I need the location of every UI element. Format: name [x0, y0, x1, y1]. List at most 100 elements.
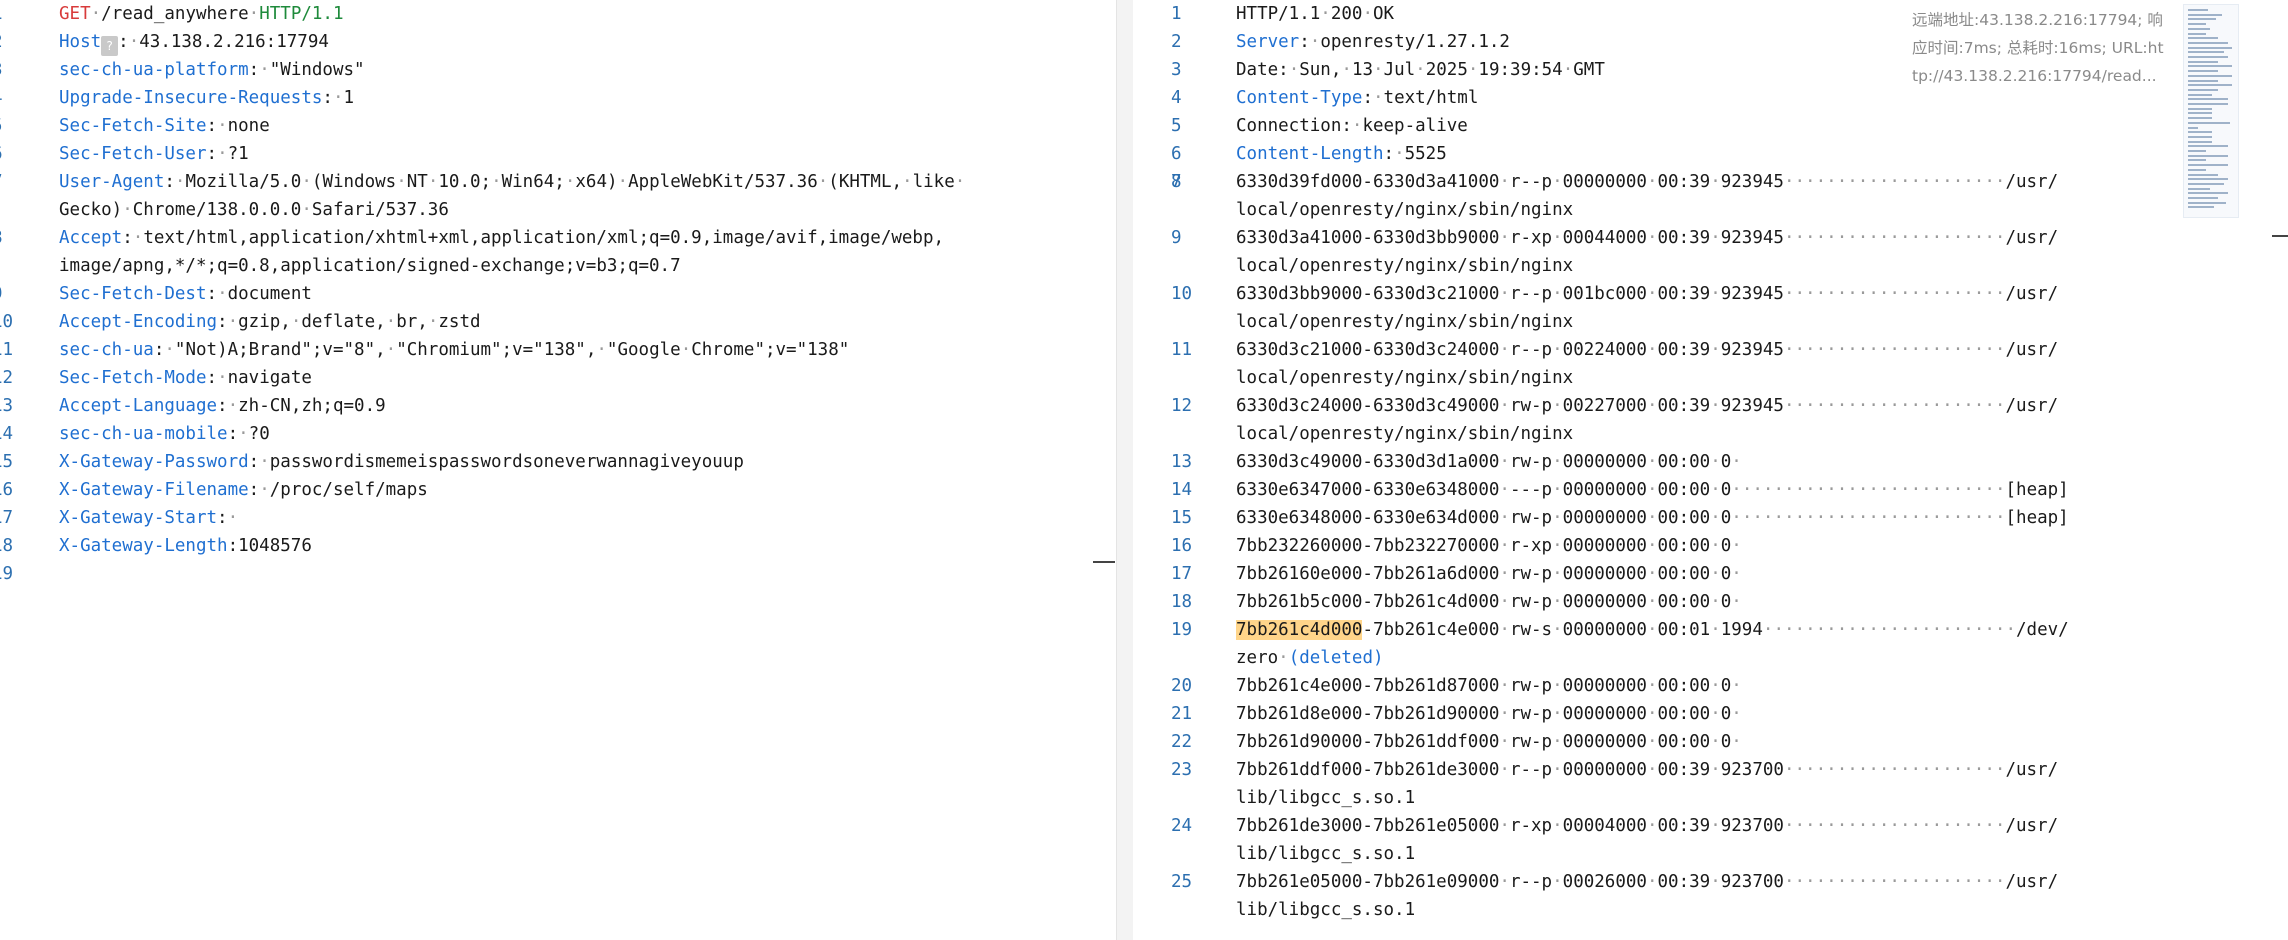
response-scroll-indicator[interactable]: [2272, 235, 2288, 237]
response-line[interactable]: local/openresty/nginx/sbin/nginx: [1133, 364, 2288, 392]
pane-divider[interactable]: [1117, 0, 1133, 940]
line-code[interactable]: Gecko)·Chrome/138.0.0.0·Safari/537.36: [59, 196, 1116, 224]
response-line[interactable]: 9 6330d3a41000-6330d3bb9000·r-xp·00044000…: [1133, 224, 2288, 252]
response-line[interactable]: 18 7bb261b5c000-7bb261c4d000·rw-p·0000000…: [1133, 588, 2288, 616]
line-code[interactable]: X-Gateway-Length:1048576: [59, 532, 1116, 560]
line-code[interactable]: sec-ch-ua-mobile:·?0: [59, 420, 1116, 448]
response-line[interactable]: 17 7bb26160e000-7bb261a6d000·rw-p·0000000…: [1133, 560, 2288, 588]
line-code[interactable]: Sec-Fetch-User:·?1: [59, 140, 1116, 168]
request-line[interactable]: 7User-Agent:·Mozilla/5.0·(Windows·NT·10.…: [0, 168, 1116, 196]
line-code[interactable]: 7bb232260000-7bb232270000·r-xp·00000000·…: [1236, 532, 2288, 560]
response-minimap[interactable]: [2183, 4, 2239, 218]
line-code[interactable]: local/openresty/nginx/sbin/nginx: [1236, 420, 2288, 448]
request-line[interactable]: 17 X-Gateway-Start:·: [0, 504, 1116, 532]
line-code[interactable]: lib/libgcc_s.so.1: [1236, 784, 2288, 812]
response-line[interactable]: 10 6330d3bb9000-6330d3c21000·r--p·001bc00…: [1133, 280, 2288, 308]
line-code[interactable]: 7bb261d8e000-7bb261d90000·rw-p·00000000·…: [1236, 700, 2288, 728]
request-line[interactable]: 16 X-Gateway-Filename:·/proc/self/maps: [0, 476, 1116, 504]
response-line[interactable]: 15 6330e6348000-6330e634d000·rw-p·0000000…: [1133, 504, 2288, 532]
request-scroll-indicator[interactable]: [1093, 561, 1115, 563]
response-line[interactable]: 25 7bb261e05000-7bb261e09000·r--p·0002600…: [1133, 868, 2288, 896]
request-line[interactable]: 12 Sec-Fetch-Mode:·navigate: [0, 364, 1116, 392]
line-code[interactable]: lib/libgcc_s.so.1: [1236, 896, 2288, 924]
line-code[interactable]: 7bb261e05000-7bb261e09000·r--p·00026000·…: [1236, 868, 2288, 896]
line-code[interactable]: User-Agent:·Mozilla/5.0·(Windows·NT·10.0…: [59, 168, 1116, 196]
request-editor[interactable]: 1GET·/read_anywhere·HTTP/1.12Host?:·43.1…: [0, 0, 1117, 940]
response-line[interactable]: lib/libgcc_s.so.1: [1133, 840, 2288, 868]
line-code[interactable]: 7bb261ddf000-7bb261de3000·r--p·00000000·…: [1236, 756, 2288, 784]
request-line[interactable]: 13 Accept-Language:·zh-CN,zh;q=0.9: [0, 392, 1116, 420]
line-code[interactable]: Accept-Language:·zh-CN,zh;q=0.9: [59, 392, 1116, 420]
request-line[interactable]: 5Sec-Fetch-Site:·none: [0, 112, 1116, 140]
request-line[interactable]: 11 sec-ch-ua:·"Not)A;Brand";v="8",·"Chrom…: [0, 336, 1116, 364]
response-line[interactable]: 6 Content-Length:·5525: [1133, 140, 2288, 168]
line-code[interactable]: Content-Length:·5525: [1236, 140, 2288, 168]
request-line[interactable]: 4Upgrade-Insecure-Requests:·1: [0, 84, 1116, 112]
line-code[interactable]: 7bb26160e000-7bb261a6d000·rw-p·00000000·…: [1236, 560, 2288, 588]
response-line[interactable]: 8 6330d39fd000-6330d3a41000·r--p·00000000…: [1133, 168, 2288, 196]
response-line[interactable]: local/openresty/nginx/sbin/nginx: [1133, 308, 2288, 336]
line-code[interactable]: 7bb261de3000-7bb261e05000·r-xp·00004000·…: [1236, 812, 2288, 840]
line-code[interactable]: 6330d39fd000-6330d3a41000·r--p·00000000·…: [1236, 168, 2288, 196]
response-line[interactable]: 14 6330e6347000-6330e6348000·---p·0000000…: [1133, 476, 2288, 504]
response-line[interactable]: 12 6330d3c24000-6330d3c49000·rw-p·0022700…: [1133, 392, 2288, 420]
line-code[interactable]: Host?:·43.138.2.216:17794: [59, 28, 1116, 56]
help-badge-icon[interactable]: ?: [101, 36, 119, 56]
response-lines[interactable]: 1 HTTP/1.1·200·OK 2 Server:·openresty/1.27.…: [1133, 0, 2288, 924]
response-line[interactable]: zero·(deleted): [1133, 644, 2288, 672]
response-line[interactable]: local/openresty/nginx/sbin/nginx: [1133, 196, 2288, 224]
line-code[interactable]: Connection:·keep-alive: [1236, 112, 2288, 140]
response-line[interactable]: lib/libgcc_s.so.1: [1133, 896, 2288, 924]
line-code[interactable]: 6330d3bb9000-6330d3c21000·r--p·001bc000·…: [1236, 280, 2288, 308]
response-line[interactable]: 13 6330d3c49000-6330d3d1a000·rw-p·0000000…: [1133, 448, 2288, 476]
response-line[interactable]: lib/libgcc_s.so.1: [1133, 784, 2288, 812]
request-line[interactable]: 18 X-Gateway-Length:1048576: [0, 532, 1116, 560]
response-line[interactable]: 16 7bb232260000-7bb232270000·r-xp·0000000…: [1133, 532, 2288, 560]
line-code[interactable]: lib/libgcc_s.so.1: [1236, 840, 2288, 868]
response-line[interactable]: 20 7bb261c4e000-7bb261d87000·rw-p·0000000…: [1133, 672, 2288, 700]
request-line[interactable]: 6Sec-Fetch-User:·?1: [0, 140, 1116, 168]
line-code[interactable]: sec-ch-ua-platform:·"Windows": [59, 56, 1116, 84]
response-line[interactable]: 24 7bb261de3000-7bb261e05000·r-xp·0000400…: [1133, 812, 2288, 840]
line-code[interactable]: GET·/read_anywhere·HTTP/1.1: [59, 0, 1116, 28]
request-line[interactable]: 1GET·/read_anywhere·HTTP/1.1: [0, 0, 1116, 28]
request-line[interactable]: 9Sec-Fetch-Dest:·document: [0, 280, 1116, 308]
line-code[interactable]: Sec-Fetch-Mode:·navigate: [59, 364, 1116, 392]
line-code[interactable]: X-Gateway-Start:·: [59, 504, 1116, 532]
line-code[interactable]: local/openresty/nginx/sbin/nginx: [1236, 196, 2288, 224]
response-line[interactable]: 5 Connection:·keep-alive: [1133, 112, 2288, 140]
response-line[interactable]: 22 7bb261d90000-7bb261ddf000·rw-p·0000000…: [1133, 728, 2288, 756]
request-line[interactable]: Gecko)·Chrome/138.0.0.0·Safari/537.36: [0, 196, 1116, 224]
line-code[interactable]: 6330d3c49000-6330d3d1a000·rw-p·00000000·…: [1236, 448, 2288, 476]
line-code[interactable]: X-Gateway-Filename:·/proc/self/maps: [59, 476, 1116, 504]
line-code[interactable]: 6330e6348000-6330e634d000·rw-p·00000000·…: [1236, 504, 2288, 532]
line-code[interactable]: Accept-Encoding:·gzip,·deflate,·br,·zstd: [59, 308, 1116, 336]
response-line[interactable]: 21 7bb261d8e000-7bb261d90000·rw-p·0000000…: [1133, 700, 2288, 728]
response-line[interactable]: 23 7bb261ddf000-7bb261de3000·r--p·0000000…: [1133, 756, 2288, 784]
line-code[interactable]: Accept:·text/html,application/xhtml+xml,…: [59, 224, 1116, 252]
line-code[interactable]: image/apng,*/*;q=0.8,application/signed-…: [59, 252, 1116, 280]
request-line[interactable]: 15 X-Gateway-Password:·passwordismemeispa…: [0, 448, 1116, 476]
request-line[interactable]: 10 Accept-Encoding:·gzip,·deflate,·br,·zs…: [0, 308, 1116, 336]
line-code[interactable]: Sec-Fetch-Site:·none: [59, 112, 1116, 140]
line-code[interactable]: 7bb261b5c000-7bb261c4d000·rw-p·00000000·…: [1236, 588, 2288, 616]
line-code[interactable]: 6330d3c21000-6330d3c24000·r--p·00224000·…: [1236, 336, 2288, 364]
line-code[interactable]: X-Gateway-Password:·passwordismemeispass…: [59, 448, 1116, 476]
response-line[interactable]: 11 6330d3c21000-6330d3c24000·r--p·0022400…: [1133, 336, 2288, 364]
line-code[interactable]: zero·(deleted): [1236, 644, 2288, 672]
response-line[interactable]: local/openresty/nginx/sbin/nginx: [1133, 420, 2288, 448]
request-line[interactable]: 3sec-ch-ua-platform:·"Windows": [0, 56, 1116, 84]
line-code[interactable]: 7bb261c4e000-7bb261d87000·rw-p·00000000·…: [1236, 672, 2288, 700]
line-code[interactable]: Upgrade-Insecure-Requests:·1: [59, 84, 1116, 112]
line-code[interactable]: local/openresty/nginx/sbin/nginx: [1236, 252, 2288, 280]
request-line[interactable]: 2Host?:·43.138.2.216:17794: [0, 28, 1116, 56]
request-lines[interactable]: 1GET·/read_anywhere·HTTP/1.12Host?:·43.1…: [0, 0, 1116, 584]
line-code[interactable]: 6330d3a41000-6330d3bb9000·r-xp·00044000·…: [1236, 224, 2288, 252]
line-code[interactable]: 7bb261d90000-7bb261ddf000·rw-p·00000000·…: [1236, 728, 2288, 756]
line-code[interactable]: local/openresty/nginx/sbin/nginx: [1236, 308, 2288, 336]
request-line[interactable]: 8Accept:·text/html,application/xhtml+xml…: [0, 224, 1116, 252]
line-code[interactable]: 7bb261c4d000-7bb261c4e000·rw-s·00000000·…: [1236, 616, 2288, 644]
line-code[interactable]: 6330e6347000-6330e6348000·---p·00000000·…: [1236, 476, 2288, 504]
line-code[interactable]: Sec-Fetch-Dest:·document: [59, 280, 1116, 308]
response-line[interactable]: local/openresty/nginx/sbin/nginx: [1133, 252, 2288, 280]
